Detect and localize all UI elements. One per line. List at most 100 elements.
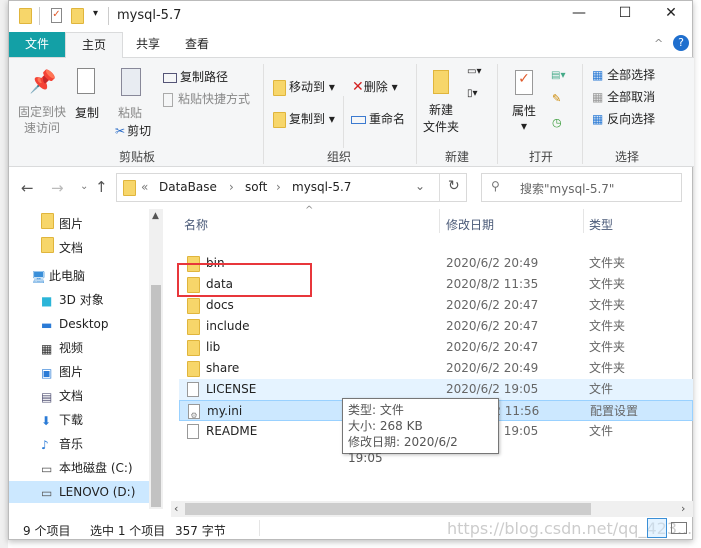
back-button[interactable]: ← [21,179,34,197]
file-icon [187,382,199,397]
overflow-chevron[interactable]: « [141,180,148,194]
invert-selection-button[interactable]: ▦ 反向选择 [592,110,655,127]
select-none-button[interactable]: ▦ 全部取消 [592,88,655,105]
pin-quick-access-button[interactable]: 固定到快 速访问 [17,104,67,136]
paste-icon [121,68,141,96]
nav-item[interactable]: ▬ Desktop [9,313,149,335]
recent-locations-icon[interactable]: ⌄ [80,181,88,192]
horizontal-scrollbar[interactable]: ‹ › [171,501,693,517]
help-icon[interactable]: ? [673,35,689,51]
column-header-type[interactable]: 类型 [589,216,613,233]
select-all-button[interactable]: ▦ 全部选择 [592,66,655,83]
nav-scrollbar-thumb[interactable] [151,285,161,507]
move-to-button[interactable]: 移动到 ▾ [273,78,335,96]
breadcrumb-databse[interactable]: DataBase [159,180,217,194]
new-item-button[interactable]: ▭▾ [467,66,481,77]
folder-icon [123,180,136,196]
explorer-window: ✓ ▾ mysql-5.7 — ☐ ✕ 文件 主页 共享 查看 ^ ? 📌 固定… [8,0,694,540]
file-row[interactable]: LICENSE 2020/6/2 19:05 文件 [179,379,693,400]
copy-to-icon [273,111,286,128]
file-date: 2020/6/2 20:47 [446,319,539,333]
file-icon [187,424,199,439]
file-row[interactable]: lib 2020/6/2 20:47 文件夹 [179,337,693,358]
file-row[interactable]: include 2020/6/2 20:47 文件夹 [179,316,693,337]
copy-path-button[interactable]: 复制路径 [163,68,228,85]
edit-button[interactable]: ✎ [552,92,561,105]
copy-to-button[interactable]: 复制到 ▾ [273,110,335,128]
tab-file[interactable]: 文件 [9,32,65,57]
breadcrumb-mysql[interactable]: mysql-5.7 [292,180,351,194]
tab-share[interactable]: 共享 [123,32,173,57]
nav-item[interactable]: ▭ LENOVO (D:) [9,481,149,503]
rename-button[interactable]: 重命名 [351,110,405,127]
new-folder-icon[interactable] [71,8,84,24]
nav-item[interactable]: ▤ 文档 [9,385,149,407]
document-icon: ▤ [41,389,53,404]
easy-access-button[interactable]: ▯▾ [467,88,478,99]
nav-item[interactable]: ▭ 本地磁盘 (C:) [9,457,149,479]
nav-item[interactable]: ▣ 图片 [9,361,149,383]
tooltip: 类型: 文件 大小: 268 KB 修改日期: 2020/6/2 19:05 [342,398,499,465]
nav-item[interactable]: ■ 3D 对象 [9,289,149,311]
paste-shortcut-button[interactable]: 粘贴快捷方式 [163,90,250,107]
copy-icon [77,68,95,94]
delete-button[interactable]: ✕删除 ▾ [352,78,398,95]
new-folder-button[interactable]: 新建 文件夹 [423,102,459,136]
delete-x-icon: ✕ [352,79,364,95]
nav-item[interactable]: ♪ 音乐 [9,433,149,455]
horizontal-scrollbar-thumb[interactable] [185,503,591,515]
history-button[interactable]: ◷ [552,116,562,129]
customize-toolbar-icon[interactable]: ▾ [93,8,98,19]
folder-icon [41,213,59,236]
move-to-icon [273,79,286,96]
invert-selection-icon: ▦ [592,112,604,126]
status-item-count: 9 个项目 [23,524,71,538]
folder-icon [187,340,200,356]
properties-button[interactable]: 属性 ▾ [512,102,536,133]
picture-icon: ▣ [41,365,53,380]
search-box[interactable]: ⚲ 搜索"mysql-5.7" [481,173,682,202]
group-open-label: 打开 [528,150,553,164]
nav-item[interactable]: 🖥 此电脑 [9,265,149,287]
file-row[interactable]: docs 2020/6/2 20:47 文件夹 [179,295,693,316]
ribbon: 📌 固定到快 速访问 复制 粘贴 复制路径 粘贴快捷方式 ✂ 剪切 剪贴板 移动到 … [9,57,694,167]
large-icons-view-button[interactable] [671,522,687,534]
column-header-name[interactable]: 名称 [184,216,208,233]
minimize-button[interactable]: — [556,5,602,27]
nav-item[interactable]: 文档 [9,237,149,259]
file-type: 文件夹 [589,361,626,375]
file-date: 2020/6/2 20:49 [446,361,539,375]
details-view-button[interactable] [647,518,667,538]
tab-home[interactable]: 主页 [65,32,123,58]
refresh-icon[interactable]: ↻ [448,178,460,194]
file-type: 文件 [589,382,614,396]
tooltip-type: 类型: 文件 [348,403,404,417]
forward-button[interactable]: → [51,179,64,197]
group-organize-label: 组织 [326,150,351,164]
properties-icon[interactable]: ✓ [51,8,62,23]
dropdown-icon[interactable]: ⌄ [415,179,425,193]
nav-scrollbar[interactable]: ▲ [149,209,163,509]
collapse-ribbon-icon[interactable]: ^ [654,37,663,50]
breadcrumb-soft[interactable]: soft [245,180,267,194]
nav-item[interactable]: ⬇ 下载 [9,409,149,431]
address-bar[interactable]: « DataBase › soft › mysql-5.7 ⌄ ↻ [116,173,467,202]
group-clipboard-label: 剪贴板 [118,150,155,164]
paste-button[interactable]: 粘贴 [118,104,142,121]
close-button[interactable]: ✕ [648,5,694,27]
file-name: lib [206,340,221,354]
nav-item[interactable]: ▦ 视频 [9,337,149,359]
maximize-button[interactable]: ☐ [602,5,648,27]
column-header-date[interactable]: 修改日期 [446,216,494,233]
file-type: 文件夹 [589,277,626,291]
file-row[interactable]: share 2020/6/2 20:49 文件夹 [179,358,693,379]
open-button[interactable]: ▤▾ [551,70,565,81]
copy-button[interactable]: 复制 [75,104,99,121]
nav-item[interactable]: 图片 [9,213,149,235]
up-button[interactable]: ↑ [95,178,108,196]
folder-icon [187,361,200,377]
search-placeholder: 搜索"mysql-5.7" [520,182,615,196]
title-bar: ✓ ▾ mysql-5.7 — ☐ ✕ [9,1,694,32]
cut-button[interactable]: ✂ 剪切 [115,122,151,139]
tab-view[interactable]: 查看 [173,32,221,57]
